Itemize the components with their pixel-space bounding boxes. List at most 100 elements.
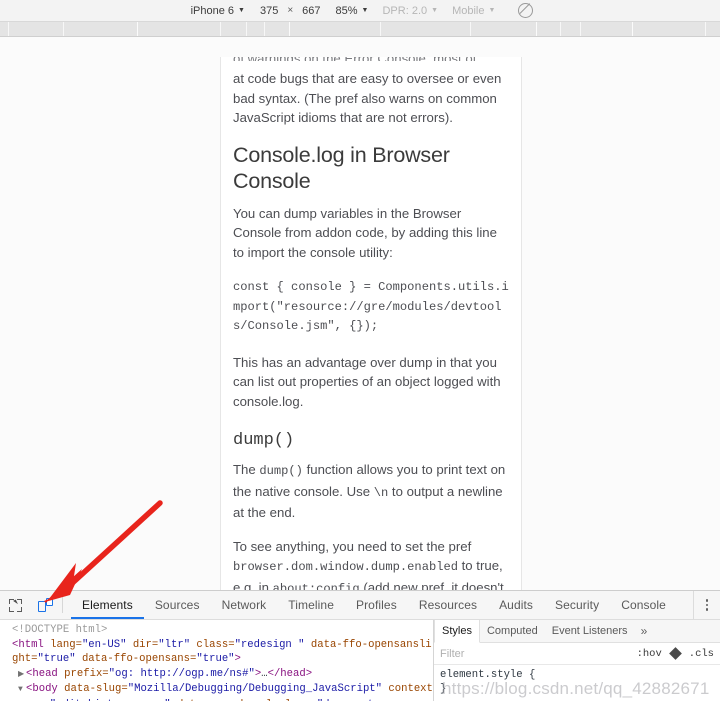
inline-code-newline: \n xyxy=(374,486,389,500)
tab-label: Styles xyxy=(442,625,472,637)
tab-console[interactable]: Console xyxy=(610,591,677,619)
tab-label: Security xyxy=(555,598,599,612)
dom-line-doctype: <!DOCTYPE html> xyxy=(4,623,433,638)
text-fragment: To see anything, you need to set the pre… xyxy=(233,539,471,554)
tab-network[interactable]: Network xyxy=(211,591,278,619)
toggle-device-toolbar-button[interactable] xyxy=(30,591,60,619)
more-styles-tabs-button[interactable]: » xyxy=(635,620,654,642)
tag-end: </head> xyxy=(268,668,313,680)
network-throttling-selector[interactable]: Mobile ▼ xyxy=(445,1,502,21)
paragraph-dump-description: The dump() function allows you to print … xyxy=(233,460,511,523)
device-viewport-area: of warnings on the Error Console, most o… xyxy=(0,37,720,590)
styles-filter-row: Filter :hov .cls xyxy=(434,643,720,665)
inspect-element-button[interactable] xyxy=(0,591,30,619)
rotate-no-throttling-button[interactable] xyxy=(514,1,536,21)
tab-label: Resources xyxy=(419,598,477,612)
element-classes-button[interactable]: .cls xyxy=(689,648,714,660)
heading-dump-function: dump() xyxy=(233,427,511,452)
network-throttling-label: Mobile xyxy=(452,5,484,17)
tab-styles[interactable]: Styles xyxy=(434,620,480,643)
attr-name: data-ffo-opensans= xyxy=(76,653,197,665)
expand-triangle-icon[interactable]: ▶ xyxy=(18,668,26,683)
paragraph-pref-instructions: To see anything, you need to set the pre… xyxy=(233,537,511,591)
attr-value: "ltr" xyxy=(158,639,190,651)
tab-timeline[interactable]: Timeline xyxy=(277,591,345,619)
viewport-height-input[interactable]: 667 xyxy=(302,5,320,17)
tab-label: Audits xyxy=(499,598,533,612)
devtools-device-mode-screenshot: iPhone 6 ▼ 375 × 667 85% ▼ DPR: 2.0 ▼ Mo… xyxy=(0,0,720,700)
paragraph-advantage: This has an advantage over dump in that … xyxy=(233,353,511,412)
text-fragment: The xyxy=(233,462,259,477)
inline-code-dump: dump() xyxy=(259,464,303,478)
attr-name: data-slug= xyxy=(58,683,128,695)
devtools-body: <!DOCTYPE html> <html lang="en-US" dir="… xyxy=(0,620,720,701)
devtools-panel-tabs: Elements Sources Network Timeline Profil… xyxy=(71,591,677,619)
viewport-dimensions: 375 × 667 xyxy=(252,5,329,17)
toolbar-divider xyxy=(62,597,63,613)
zoom-selector[interactable]: 85% ▼ xyxy=(329,1,376,21)
tab-label: Sources xyxy=(155,598,200,612)
device-selector-label: iPhone 6 xyxy=(191,5,234,17)
viewport-ruler xyxy=(0,22,720,37)
dimension-separator-icon: × xyxy=(287,5,293,16)
tab-security[interactable]: Security xyxy=(544,591,610,619)
viewport-width-input[interactable]: 375 xyxy=(260,5,278,17)
attr-value: "og: http://ogp.me/ns#" xyxy=(109,668,255,680)
tab-label: Elements xyxy=(82,598,133,612)
tab-profiles[interactable]: Profiles xyxy=(345,591,408,619)
new-style-rule-icon[interactable] xyxy=(669,647,682,660)
tab-label: Timeline xyxy=(288,598,334,612)
tab-sources[interactable]: Sources xyxy=(144,591,211,619)
tab-label: Profiles xyxy=(356,598,397,612)
heading-console-log: Console.log in Browser Console xyxy=(233,142,511,194)
attr-name: class= xyxy=(190,639,235,651)
paragraph-dump-variables: You can dump variables in the Browser Co… xyxy=(233,204,511,263)
dpr-selector-label: DPR: 2.0 xyxy=(382,5,427,17)
attr-value: "Mozilla/Debugging/Debugging_JavaScript" xyxy=(128,683,382,695)
dom-tree-pane[interactable]: <!DOCTYPE html> <html lang="en-US" dir="… xyxy=(0,620,434,701)
more-options-button[interactable] xyxy=(694,599,720,611)
attr-name: dir= xyxy=(126,639,158,651)
styles-filter-input[interactable]: Filter xyxy=(440,648,464,660)
styles-rules-list[interactable]: element.style { } xyxy=(434,665,720,699)
inspect-element-icon xyxy=(9,599,22,612)
attr-name: prefix= xyxy=(58,668,109,680)
tab-label: Computed xyxy=(487,625,538,637)
tab-label: Console xyxy=(621,598,666,612)
chevron-down-icon: ▼ xyxy=(488,7,495,14)
tab-resources[interactable]: Resources xyxy=(408,591,488,619)
device-selector[interactable]: iPhone 6 ▼ xyxy=(184,1,252,21)
chevron-down-icon: ▼ xyxy=(431,7,438,14)
toggle-element-state-button[interactable]: :hov xyxy=(637,648,662,660)
tab-elements[interactable]: Elements xyxy=(71,591,144,619)
collapse-triangle-icon[interactable]: ▼ xyxy=(18,683,26,698)
dom-line-head[interactable]: ▶<head prefix="og: http://ogp.me/ns#">…<… xyxy=(4,667,433,683)
tag-name: <head xyxy=(26,668,58,680)
paragraph-warnings: at code bugs that are easy to oversee or… xyxy=(233,69,511,128)
attr-value: "en-US" xyxy=(82,639,127,651)
dpr-selector[interactable]: DPR: 2.0 ▼ xyxy=(375,1,445,21)
styles-pane: Styles Computed Event Listeners » Filter… xyxy=(434,620,720,701)
tag-name: <body xyxy=(26,683,58,695)
toggle-device-toolbar-icon xyxy=(38,598,53,612)
chevron-down-icon: ▼ xyxy=(362,7,369,14)
rule-element-style-selector[interactable]: element.style { xyxy=(440,668,714,682)
styles-filter-actions: :hov .cls xyxy=(637,648,714,660)
tab-audits[interactable]: Audits xyxy=(488,591,544,619)
clipped-paragraph-top: of warnings on the Error Console, most o… xyxy=(233,57,511,61)
device-toolbar-controls: iPhone 6 ▼ 375 × 667 85% ▼ DPR: 2.0 ▼ Mo… xyxy=(184,1,537,21)
kebab-menu-icon xyxy=(706,599,709,602)
devtools-panel: Elements Sources Network Timeline Profil… xyxy=(0,590,720,700)
tab-computed[interactable]: Computed xyxy=(480,620,545,642)
inline-code-about-config: about:config xyxy=(273,582,360,591)
attr-value: "true" xyxy=(37,653,75,665)
heading-dump-text: dump() xyxy=(233,431,294,450)
tab-event-listeners[interactable]: Event Listeners xyxy=(545,620,635,642)
tab-label: Network xyxy=(222,598,267,612)
styles-pane-tabs: Styles Computed Event Listeners » xyxy=(434,620,720,643)
dom-line-html[interactable]: <html lang="en-US" dir="ltr" class="rede… xyxy=(4,638,433,667)
dom-line-body[interactable]: ▼<body data-slug="Mozilla/Debugging/Debu… xyxy=(4,682,433,701)
emulated-device-viewport[interactable]: of warnings on the Error Console, most o… xyxy=(220,57,522,590)
inline-code-pref-name: browser.dom.window.dump.enabled xyxy=(233,560,458,574)
code-block-import-console: const { console } = Components.utils.imp… xyxy=(233,278,511,337)
